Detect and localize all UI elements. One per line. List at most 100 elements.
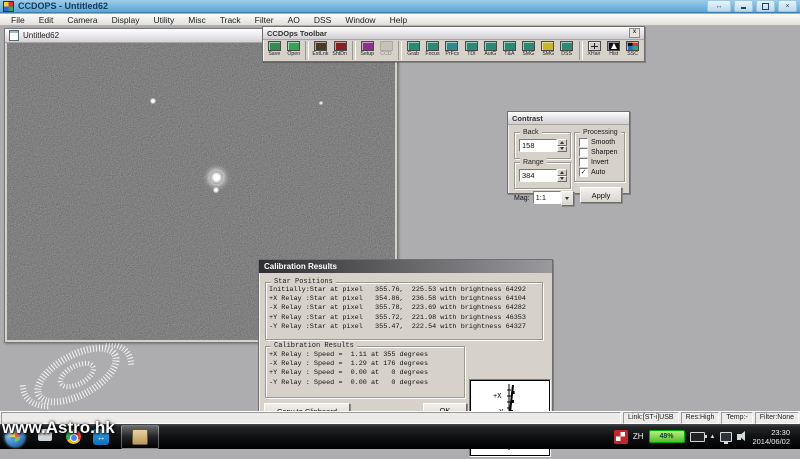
- shutdown-icon: [334, 41, 347, 51]
- contrast-titlebar[interactable]: Contrast: [508, 112, 629, 125]
- toolbar-button-shtdn[interactable]: ShtDn: [330, 41, 349, 58]
- star-line: +Y Relay :Star at pixel 355.72, 221.98 w…: [269, 314, 526, 323]
- result-line: +Y Relay : Speed = 0.00 at 0 degrees: [269, 369, 428, 378]
- menu-edit[interactable]: Edit: [33, 14, 60, 26]
- toolbar-button-estlnk[interactable]: EstLnk: [311, 41, 330, 58]
- apply-button[interactable]: Apply: [580, 187, 622, 203]
- calibration-titlebar[interactable]: Calibration Results: [259, 260, 552, 273]
- calibration-results-group: Calibration Results +X Relay : Speed = 1…: [265, 346, 465, 398]
- sharpen-label: Sharpen: [591, 149, 617, 156]
- ccdops-app-icon: [3, 1, 14, 12]
- battery-icon[interactable]: [690, 432, 705, 442]
- toolbar-label: CCD: [381, 51, 392, 58]
- result-line: -X Relay : Speed = 1.29 at 176 degrees: [269, 360, 428, 369]
- language-indicator[interactable]: ZH: [633, 432, 644, 441]
- auto-checkbox[interactable]: ✓: [579, 168, 588, 177]
- start-button[interactable]: [5, 427, 25, 447]
- toolbar-label: Hist: [609, 51, 618, 58]
- taskbar-teamviewer-icon[interactable]: ↔: [90, 427, 112, 447]
- sharpen-checkbox[interactable]: [579, 148, 588, 157]
- toolbar-button-tdi[interactable]: TDI: [461, 41, 480, 58]
- mag-combobox[interactable]: 1:1: [533, 191, 561, 204]
- toolbar-button-xhair[interactable]: XHair: [585, 41, 604, 58]
- menu-camera[interactable]: Camera: [61, 14, 103, 26]
- desktop: CCDOPS - Untitled62 ↔ × File Edit Camera…: [0, 0, 800, 449]
- setup-icon: [361, 41, 374, 51]
- result-line: -Y Relay : Speed = 0.00 at 0 degrees: [269, 379, 428, 388]
- invert-checkbox[interactable]: [579, 158, 588, 167]
- checkbox-smooth[interactable]: Smooth: [579, 137, 617, 147]
- client-area: Galaxy Scientific Untitled62: [0, 27, 800, 411]
- auto-label: Auto: [591, 169, 605, 176]
- menu-utility[interactable]: Utility: [147, 14, 180, 26]
- menu-dss[interactable]: DSS: [308, 14, 337, 26]
- restore-button[interactable]: [756, 0, 775, 12]
- toolbar-label: SMG: [542, 51, 554, 58]
- minimize-button[interactable]: [734, 0, 753, 12]
- clock[interactable]: 23:30 2014/06/02: [748, 428, 796, 446]
- taskbar-chrome-icon[interactable]: [62, 427, 84, 447]
- battery-percent-indicator[interactable]: 48%: [649, 430, 685, 443]
- toolbar-label: Open: [287, 51, 300, 58]
- result-line: +X Relay : Speed = 1.11 at 355 degrees: [269, 351, 428, 360]
- menu-window[interactable]: Window: [339, 14, 381, 26]
- menu-filter[interactable]: Filter: [249, 14, 280, 26]
- smooth-checkbox[interactable]: [579, 138, 588, 147]
- document-icon: [9, 30, 19, 41]
- toolbar-button-smg1[interactable]: SMG: [519, 41, 538, 58]
- tray-red-app-icon[interactable]: [614, 430, 628, 444]
- toolbar-button-smg2[interactable]: SMG: [538, 41, 557, 58]
- back-spinner[interactable]: [557, 139, 567, 152]
- back-input[interactable]: 158: [519, 139, 557, 152]
- checkbox-invert[interactable]: Invert: [579, 157, 617, 167]
- toolbar-button-save[interactable]: Save: [265, 41, 284, 58]
- toolbar-title: CCDOps Toolbar: [267, 29, 327, 38]
- toolbar-button-hist[interactable]: Hist: [604, 41, 623, 58]
- display-tray-icon[interactable]: [720, 432, 732, 442]
- toolbar-button-dss[interactable]: DSS: [557, 41, 576, 58]
- range-label: Range: [520, 158, 547, 167]
- toolbar-titlebar[interactable]: CCDOps Toolbar x: [263, 27, 644, 40]
- range-input[interactable]: 384: [519, 169, 557, 182]
- menu-track[interactable]: Track: [214, 14, 247, 26]
- taskbar: ↔ ZH 48% ▲ 23:30 2014/06/02: [0, 424, 800, 449]
- status-resolution: Res:High: [681, 412, 720, 424]
- main-titlebar[interactable]: CCDOPS - Untitled62 ↔ ×: [0, 0, 800, 13]
- statusbar-filler: [1, 412, 621, 424]
- toolbar-button-ta[interactable]: T&A: [500, 41, 519, 58]
- track-accumulate-icon: [503, 41, 516, 51]
- toolbar-separator: [352, 41, 356, 60]
- language-bar-button[interactable]: ↔: [707, 0, 731, 12]
- taskbar-ccdops-button[interactable]: [121, 425, 159, 449]
- menu-file[interactable]: File: [5, 14, 31, 26]
- show-hidden-icons-button[interactable]: ▲: [710, 434, 716, 440]
- invert-label: Invert: [591, 159, 609, 166]
- mag-dropdown-button[interactable]: [561, 191, 574, 206]
- toolbar-button-setup[interactable]: Setup: [358, 41, 377, 58]
- establish-link-icon: [314, 41, 327, 51]
- menu-ao[interactable]: AO: [282, 14, 306, 26]
- toolbar-label: SMG: [523, 51, 535, 58]
- taskbar-printer-icon[interactable]: [34, 427, 56, 447]
- close-button[interactable]: ×: [778, 0, 797, 12]
- processing-label: Processing: [580, 128, 621, 137]
- toolbar-button-ssc[interactable]: SSC: [623, 41, 642, 58]
- toolbar-button-grab[interactable]: Grab: [404, 41, 423, 58]
- toolbar-label: ShtDn: [333, 51, 348, 58]
- toolbar-label: T&A: [504, 51, 514, 58]
- checkbox-sharpen[interactable]: Sharpen: [579, 147, 617, 157]
- toolbar-button-open[interactable]: Open: [284, 41, 303, 58]
- toolbar-label: TDI: [467, 51, 475, 58]
- menu-display[interactable]: Display: [106, 14, 146, 26]
- menu-help[interactable]: Help: [384, 14, 413, 26]
- speaker-icon[interactable]: [737, 434, 741, 440]
- range-spinner[interactable]: [557, 169, 567, 182]
- menu-misc[interactable]: Misc: [182, 14, 211, 26]
- dss-icon: [560, 41, 573, 51]
- toolbar-button-autg[interactable]: AutG: [481, 41, 500, 58]
- toolbar-button-prfcs[interactable]: PrFcs: [442, 41, 461, 58]
- checkbox-auto[interactable]: ✓Auto: [579, 167, 617, 177]
- toolbar-close-icon[interactable]: x: [629, 28, 640, 38]
- calibration-results-label: Calibration Results: [271, 342, 357, 351]
- toolbar-button-focus[interactable]: Focus: [423, 41, 442, 58]
